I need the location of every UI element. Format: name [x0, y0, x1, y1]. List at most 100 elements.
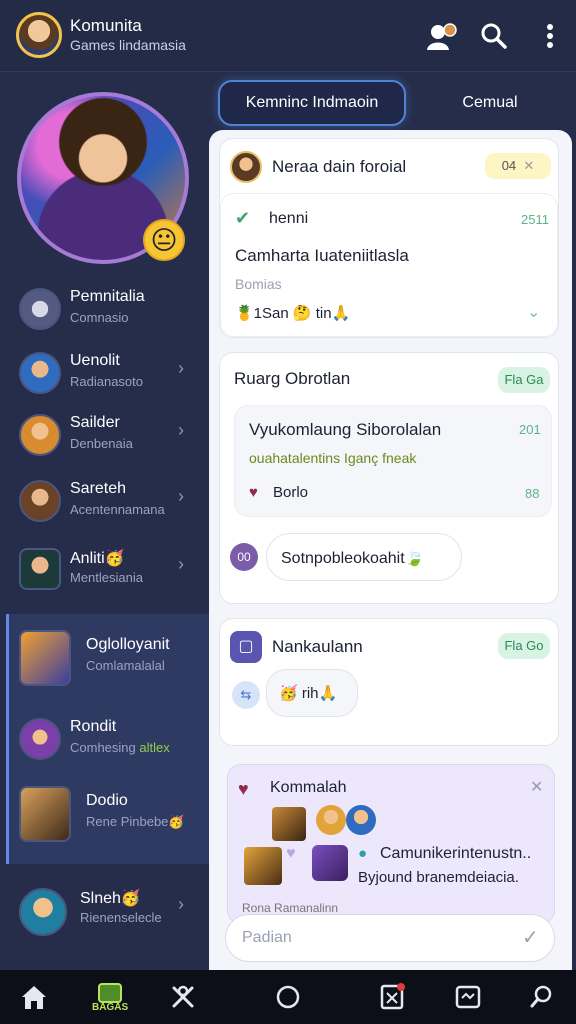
close-icon[interactable]: ✕: [530, 777, 543, 797]
card-title: Kommalah: [270, 779, 347, 796]
post-reactions[interactable]: 🍍1San 🤔 tin🙏: [235, 304, 350, 322]
post-body: Camharta Iuateniitlasla: [235, 246, 409, 265]
sidebar-item-sub: Denbenaia: [70, 436, 133, 451]
sidebar-item-sub: Comhesing altlex: [70, 740, 170, 755]
post-user: henni: [269, 210, 309, 227]
avatar: [19, 288, 61, 330]
search-icon[interactable]: [525, 980, 559, 1014]
card-line: Camunikerintenustn..: [380, 845, 532, 862]
square-icon: ▢: [230, 631, 262, 663]
sidebar-item-active[interactable]: Oglolloyanit Comlamalalal: [0, 630, 210, 694]
post-tag: Bomias: [235, 276, 282, 292]
sidebar-item-sub: Comlamalalal: [86, 658, 165, 673]
avatar: [19, 718, 61, 760]
sidebar-item-name: Oglolloyanit: [86, 636, 170, 653]
sidebar-item[interactable]: Pemnitalia Comnasio: [0, 282, 210, 346]
avatar: [19, 888, 67, 936]
app-subtitle: Games lindamasia: [70, 37, 186, 53]
sidebar-item-sub: Mentlesiania: [70, 570, 143, 585]
status-badge[interactable]: Fla Ga: [498, 367, 550, 393]
avatar: [19, 352, 61, 394]
reply-icon: ⇆: [232, 681, 260, 709]
top-bar: Komunita Games lindamasia: [0, 0, 576, 72]
media-icon[interactable]: [451, 980, 485, 1014]
post-time: 2511: [521, 212, 549, 227]
reply-text: Sotnpobleokoahit🍃: [281, 550, 425, 567]
avatar: [19, 480, 61, 522]
sidebar-item[interactable]: Slneh🥳 Rienenselecle ›: [0, 882, 210, 946]
feed-card: ▢ Nankaulann Fla Go ⇆ 🥳 rih🙏: [219, 618, 559, 746]
sidebar-item-sub: Rienenselecle: [80, 910, 162, 925]
sidebar-item-name: Sareteh: [70, 480, 127, 497]
card-title: Nankaulann: [272, 637, 363, 656]
sidebar-item-sub: Rene Pinbebe🥳: [86, 814, 185, 829]
group-icon[interactable]: [424, 18, 460, 54]
card-title: Neraa dain foroial: [272, 157, 407, 176]
message-input[interactable]: Padian ✓: [225, 914, 555, 962]
feed-card: Ruarg Obrotlan Fla Ga Vyukomlaung Siboro…: [219, 352, 559, 604]
sidebar-item-name: Dodio: [86, 792, 128, 809]
avatar: 00: [230, 543, 258, 571]
avatar: [244, 847, 282, 885]
avatar: [272, 807, 306, 841]
status-emoji: 😐: [143, 219, 185, 261]
games-label: BAGAS: [92, 1002, 129, 1013]
post-bubble[interactable]: ✔ henni 2511 Camharta Iuateniitlasla Bom…: [220, 193, 558, 337]
sidebar-item-sub: Radianasoto: [70, 374, 143, 389]
sidebar-item[interactable]: Sailder Denbenaia ›: [0, 408, 210, 472]
sidebar-item-sub: Comnasio: [70, 310, 129, 325]
search-icon[interactable]: [476, 18, 512, 54]
quote-subtitle: ouahatalentins Iganç fneak: [249, 450, 417, 466]
sidebar: 😐 Pemnitalia Comnasio Uenolit Radianasot…: [0, 72, 210, 970]
sidebar-item-name: Slneh🥳: [80, 890, 141, 907]
sidebar-item-name: Pemnitalia: [70, 288, 145, 305]
send-check-icon[interactable]: ✓: [522, 925, 539, 950]
chat-panel: Neraa dain foroial 04 ✕ ✔ henni 2511 Cam…: [209, 130, 572, 970]
avatar: [316, 805, 346, 835]
avatar: [230, 151, 262, 183]
heart-icon: ♥: [286, 845, 296, 862]
sidebar-item-name: Anliti🥳: [70, 550, 125, 567]
chevron-right-icon: ›: [178, 486, 184, 506]
quote-title: Vyukomlaung Siborolalan: [249, 420, 442, 439]
avatar: [19, 414, 61, 456]
avatar: [19, 630, 71, 686]
tab-inactive[interactable]: Cemual: [416, 80, 564, 126]
sidebar-item-name: Rondit: [70, 718, 117, 735]
card-title: Ruarg Obrotlan: [234, 369, 351, 388]
card-footer: Rona Ramanalinn: [242, 901, 339, 915]
user-avatar[interactable]: [16, 12, 62, 58]
avatar: [312, 845, 348, 881]
check-icon: ✔: [235, 208, 251, 228]
more-vertical-icon[interactable]: [532, 18, 568, 54]
reply-bubble[interactable]: 🥳 rih🙏: [266, 669, 358, 717]
status-badge[interactable]: Fla Go: [498, 633, 550, 659]
card-line: Byjound branemdeiacia.: [358, 869, 519, 886]
feed-card: Neraa dain foroial 04 ✕ ✔ henni 2511 Cam…: [219, 138, 559, 338]
sidebar-item-name: Uenolit: [70, 352, 120, 369]
quote-bubble[interactable]: Vyukomlaung Siborolalan 201 ouahatalenti…: [234, 405, 552, 517]
feed-card: ♥ Kommalah ✕ ♥ ● Camunikerintenustn.. By…: [227, 764, 555, 924]
sidebar-item[interactable]: Uenolit Radianasoto ›: [0, 346, 210, 410]
circle-icon[interactable]: [271, 980, 305, 1014]
quote-user: Borlo: [273, 484, 309, 501]
sidebar-item[interactable]: Anliti🥳 Mentlesiania ›: [0, 542, 210, 606]
sidebar-item-sub: Acentennamana: [70, 502, 165, 517]
bookmark-icon[interactable]: [375, 980, 409, 1014]
reply-bubble[interactable]: Sotnpobleokoahit🍃: [266, 533, 462, 581]
quote-time: 201: [519, 422, 541, 437]
avatar: [19, 786, 71, 842]
heart-icon: ♥: [238, 779, 249, 799]
tab-active[interactable]: Kemninc Indmaoin: [218, 80, 406, 126]
sidebar-item[interactable]: Dodio Rene Pinbebe🥳: [0, 786, 210, 850]
chevron-right-icon: ›: [178, 358, 184, 378]
sidebar-item[interactable]: Rondit Comhesing altlex: [0, 712, 210, 776]
bottom-nav: BAGAS: [0, 970, 576, 1024]
chevron-right-icon: ›: [178, 894, 184, 914]
status-badge[interactable]: 04 ✕: [485, 153, 551, 179]
tools-icon[interactable]: [166, 980, 200, 1014]
sidebar-item[interactable]: Sareteh Acentennamana ›: [0, 474, 210, 538]
home-icon[interactable]: [17, 980, 51, 1014]
chevron-down-icon[interactable]: ⌄: [527, 302, 540, 322]
reply-text: 🥳 rih🙏: [279, 685, 338, 702]
